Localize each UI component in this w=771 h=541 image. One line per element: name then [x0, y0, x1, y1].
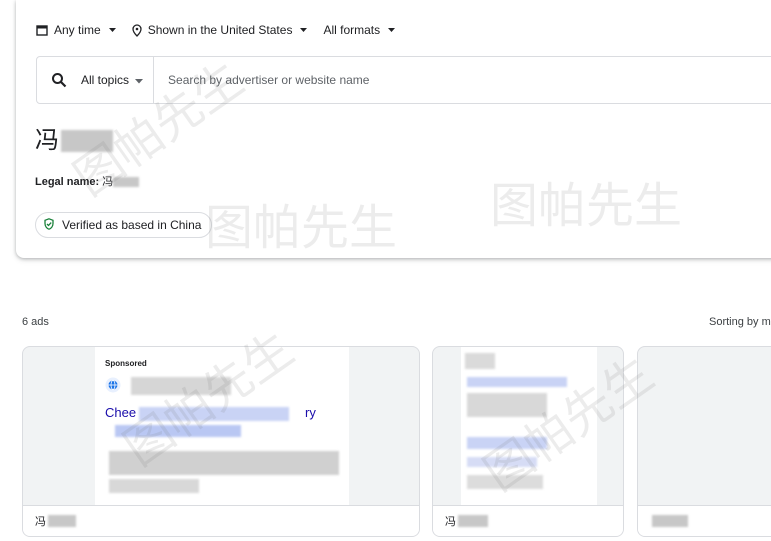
search-input[interactable] [166, 72, 731, 88]
legal-name: Legal name: 冯 [35, 173, 140, 189]
time-filter[interactable]: Any time [36, 23, 116, 37]
ad-card[interactable]: 冯 [432, 346, 624, 537]
ad-card[interactable]: Sponsored Chee ry 冯 [22, 346, 420, 537]
redacted-block [465, 353, 495, 369]
chevron-down-icon [300, 27, 308, 33]
filter-bar: Any time Shown in the United States All … [36, 22, 411, 38]
calendar-icon [36, 24, 48, 36]
ad-advertiser-name: 冯 [35, 516, 46, 528]
chevron-down-icon [135, 73, 144, 87]
globe-icon [105, 377, 121, 393]
ad-footer: 冯 [433, 505, 623, 536]
search-bar: All topics [36, 56, 771, 104]
legal-name-value: 冯 [102, 176, 114, 188]
redacted-block [113, 177, 140, 188]
redacted-block [458, 515, 488, 527]
redacted-block [48, 515, 76, 527]
time-filter-label: Any time [54, 23, 101, 37]
redacted-block [109, 479, 199, 493]
legal-name-label: Legal name: [35, 176, 100, 188]
ad-preview [461, 347, 597, 505]
ad-footer [638, 505, 771, 536]
format-filter-label: All formats [323, 23, 381, 37]
redacted-block [467, 437, 547, 449]
location-pin-icon [132, 23, 142, 37]
region-filter[interactable]: Shown in the United States [132, 23, 308, 37]
region-filter-label: Shown in the United States [147, 23, 293, 37]
shield-check-icon [44, 217, 54, 233]
search-icon[interactable] [37, 72, 81, 88]
redacted-block [467, 377, 567, 387]
ad-headline: Chee ry [105, 405, 316, 420]
redacted-block [467, 457, 537, 467]
redacted-block [467, 393, 547, 417]
ad-card[interactable] [637, 346, 771, 537]
advertiser-name-text: 冯 [35, 126, 59, 154]
verified-chip[interactable]: Verified as based in China [35, 212, 213, 238]
format-filter[interactable]: All formats [323, 23, 396, 37]
chevron-down-icon [108, 27, 116, 33]
sponsored-label: Sponsored [105, 359, 147, 368]
redacted-block [652, 515, 688, 527]
verified-label: Verified as based in China [62, 218, 202, 232]
redacted-block [115, 425, 241, 437]
ad-advertiser-name: 冯 [445, 516, 456, 528]
ads-count: 6 ads [22, 316, 49, 328]
sorting-label[interactable]: Sorting by m [709, 316, 771, 328]
advertiser-card: Any time Shown in the United States All … [16, 0, 771, 258]
redacted-block [61, 130, 113, 152]
advertiser-name: 冯 [35, 120, 113, 155]
chevron-down-icon [388, 27, 396, 33]
redacted-block [467, 475, 543, 489]
ad-footer: 冯 [23, 505, 419, 536]
redacted-block [139, 407, 289, 421]
ad-headline-end: ry [305, 405, 316, 420]
redacted-block [131, 377, 231, 395]
ad-preview: Sponsored Chee ry [95, 347, 349, 505]
topics-dropdown[interactable]: All topics [81, 57, 155, 103]
topics-label: All topics [81, 73, 130, 87]
redacted-block [109, 451, 339, 475]
ad-headline-start: Chee [105, 405, 137, 420]
